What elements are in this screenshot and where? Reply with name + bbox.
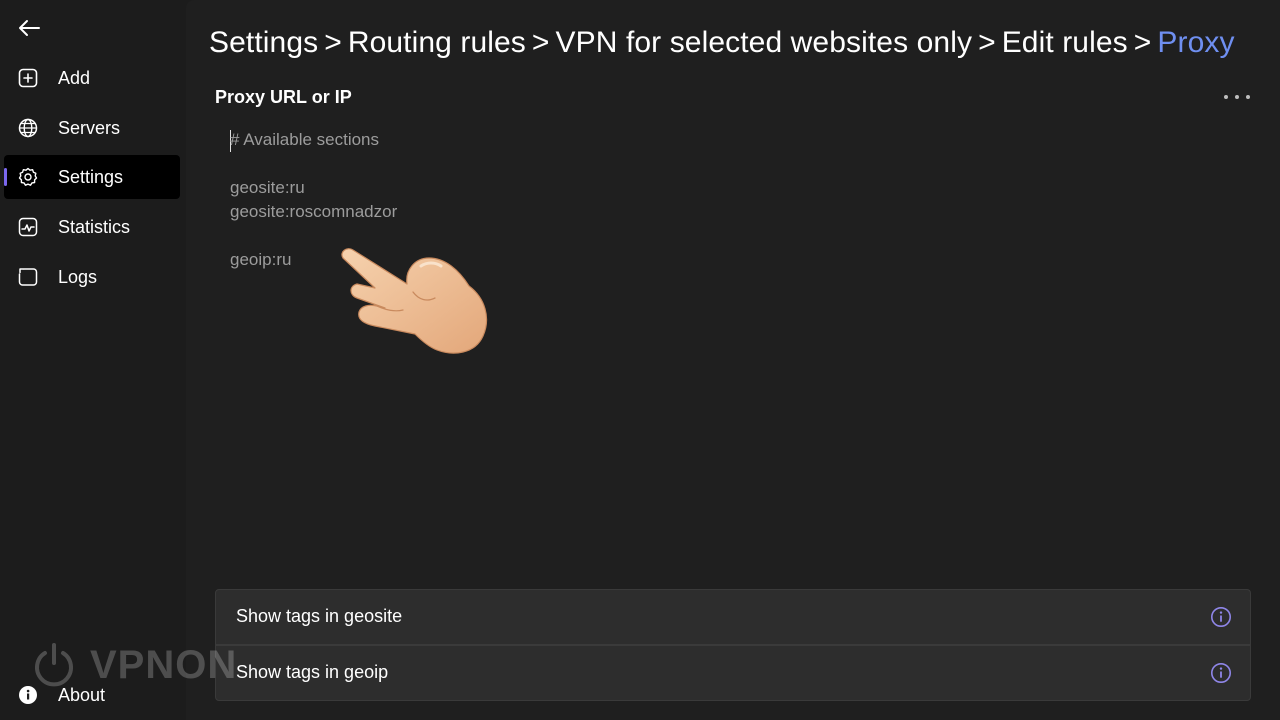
editor-line: # Available sections bbox=[230, 130, 380, 149]
show-tags-geoip-row[interactable]: Show tags in geoip bbox=[215, 645, 1251, 701]
sidebar-item-logs[interactable]: Logs bbox=[4, 255, 180, 299]
breadcrumb-current: Proxy bbox=[1157, 26, 1235, 59]
more-dot bbox=[1224, 95, 1228, 99]
info-icon[interactable] bbox=[1210, 662, 1232, 684]
back-button[interactable] bbox=[14, 14, 44, 42]
breadcrumb-separator: > bbox=[978, 26, 996, 59]
sidebar-item-label: Servers bbox=[58, 117, 121, 138]
sidebar-item-add[interactable]: Add bbox=[4, 56, 180, 100]
editor-line: geosite:roscomnadzor bbox=[230, 202, 398, 221]
sidebar-item-label: Logs bbox=[58, 266, 98, 287]
breadcrumb-item[interactable]: Edit rules bbox=[1002, 26, 1128, 59]
more-dot bbox=[1235, 95, 1239, 99]
gear-icon bbox=[18, 167, 38, 186]
breadcrumb-separator: > bbox=[324, 26, 342, 59]
show-tags-geosite-row[interactable]: Show tags in geosite bbox=[215, 589, 1251, 645]
logs-icon bbox=[18, 268, 38, 286]
sidebar-item-settings[interactable]: Settings bbox=[4, 155, 180, 199]
sidebar-item-servers[interactable]: Servers bbox=[4, 106, 180, 150]
breadcrumb: Settings > Routing rules > VPN for selected … bbox=[209, 26, 1235, 60]
breadcrumb-separator: > bbox=[1133, 26, 1152, 59]
field-label: Proxy URL or IP bbox=[215, 87, 352, 107]
toggle-label: Show tags in geosite bbox=[236, 606, 403, 626]
toggle-label: Show tags in geoip bbox=[236, 662, 389, 682]
sidebar-item-label: Settings bbox=[58, 166, 124, 187]
main-panel: Settings > Routing rules > VPN for selected … bbox=[186, 0, 1280, 720]
breadcrumb-separator: > bbox=[531, 26, 550, 59]
info-icon[interactable] bbox=[1210, 606, 1232, 628]
breadcrumb-item[interactable]: VPN for selected websites only bbox=[556, 26, 973, 59]
pointing-hand-icon bbox=[341, 248, 488, 354]
breadcrumb-item[interactable]: Routing rules bbox=[348, 26, 526, 59]
info-icon bbox=[19, 686, 37, 704]
editor-line: geoip:ru bbox=[230, 250, 292, 269]
arrow-left-icon bbox=[19, 20, 40, 36]
chart-icon bbox=[18, 217, 38, 237]
sidebar-item-label: About bbox=[58, 685, 106, 705]
plus-square-icon bbox=[18, 68, 38, 88]
sidebar-item-statistics[interactable]: Statistics bbox=[4, 205, 180, 249]
sidebar: Add Servers Settings Statistics Logs Abo… bbox=[0, 0, 186, 720]
editor-line: geosite:ru bbox=[230, 178, 305, 197]
globe-icon bbox=[18, 118, 38, 138]
breadcrumb-item[interactable]: Settings bbox=[209, 26, 318, 59]
sidebar-item-label: Statistics bbox=[58, 216, 131, 237]
more-options-button[interactable] bbox=[1224, 88, 1250, 106]
sidebar-item-about[interactable]: About bbox=[4, 673, 180, 717]
more-dot bbox=[1246, 95, 1250, 99]
sidebar-item-label: Add bbox=[58, 67, 91, 88]
